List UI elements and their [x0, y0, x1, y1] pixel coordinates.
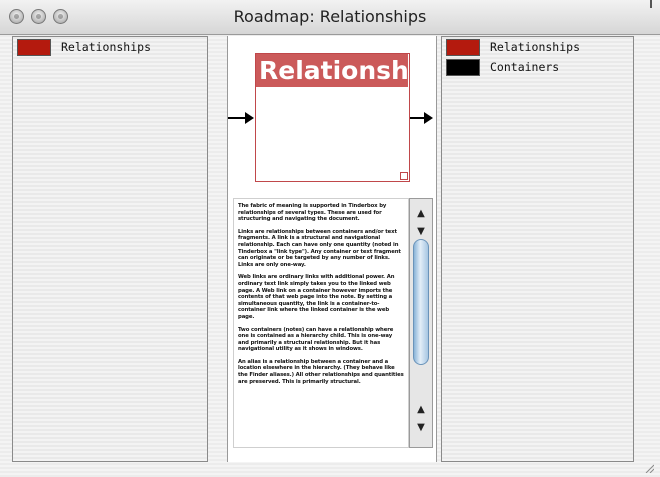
scroll-up-icon[interactable]: ▲ [410, 205, 432, 222]
left-list-item[interactable]: Relationships [13, 37, 207, 57]
note-node-title: Relationshi [256, 54, 408, 87]
text-scrollbar[interactable]: ▲ ▼ ▲ ▼ [409, 198, 433, 448]
title-bar: Roadmap: Relationships [0, 0, 660, 35]
left-roadmap-pane[interactable]: Relationships [12, 36, 208, 462]
color-swatch [446, 38, 480, 56]
window-title: Roadmap: Relationships [233, 7, 427, 26]
text-paragraph: Links are relationships between containe… [238, 228, 401, 268]
right-item-label: Containers [490, 60, 560, 74]
note-node[interactable]: Relationshi [255, 53, 410, 182]
text-paragraph: The fabric of meaning is supported in Ti… [238, 203, 387, 223]
right-list-item[interactable]: Relationships [442, 37, 633, 57]
resize-handle-icon[interactable] [400, 172, 408, 180]
right-divider[interactable] [436, 36, 437, 462]
scroll-thumb[interactable] [413, 239, 429, 365]
resize-grip-icon[interactable] [644, 463, 654, 473]
incoming-arrow-icon [245, 112, 254, 124]
scroll-down-icon[interactable]: ▼ [410, 419, 432, 436]
color-swatch [17, 38, 51, 56]
color-swatch [446, 58, 480, 76]
left-item-label: Relationships [61, 40, 152, 54]
toolbar-toggle[interactable] [650, 0, 652, 8]
app-window: Roadmap: Relationships Relationships Rel… [0, 0, 660, 477]
text-paragraph: Web links are ordinary links with additi… [238, 274, 395, 320]
text-paragraph: Two containers (notes) can have a relati… [238, 326, 394, 353]
right-list-item[interactable]: Containers [442, 57, 633, 77]
outgoing-arrow-icon [424, 112, 433, 124]
scroll-down-icon[interactable]: ▼ [410, 223, 432, 240]
text-panel[interactable]: The fabric of meaning is supported in Ti… [233, 198, 409, 448]
text-paragraph: An alias is a relationship between a con… [238, 358, 404, 385]
scroll-up-icon[interactable]: ▲ [410, 401, 432, 418]
left-divider[interactable] [227, 36, 228, 462]
right-roadmap-pane[interactable]: Relationships Containers [441, 36, 634, 462]
right-item-label: Relationships [490, 40, 581, 54]
